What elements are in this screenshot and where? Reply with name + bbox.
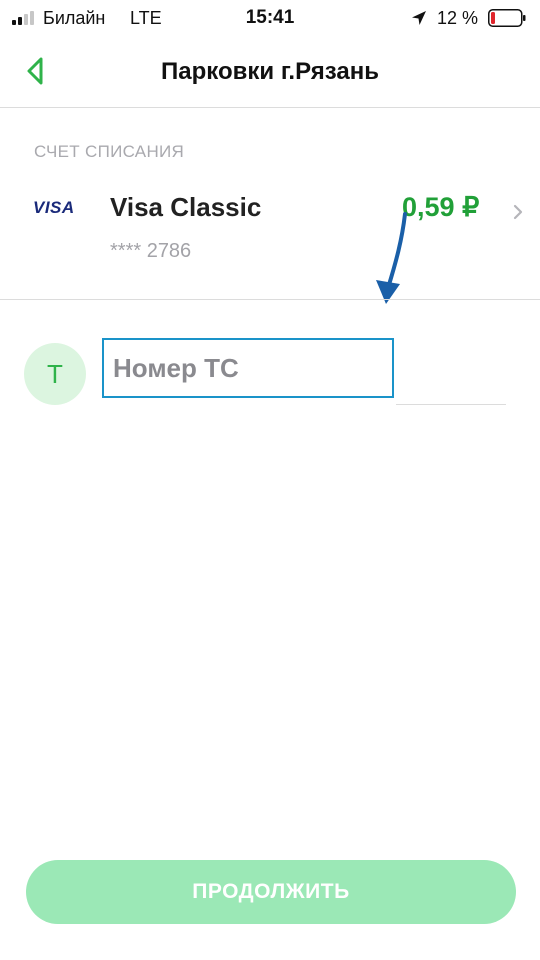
card-name: Visa Classic <box>110 192 262 222</box>
payment-card-row[interactable]: VISA Visa Classic **** 2786 0,59 ₽ <box>0 176 540 300</box>
input-underline <box>396 404 506 405</box>
continue-button[interactable]: ПРОДОЛЖИТЬ <box>26 860 516 924</box>
section-divider <box>0 299 540 300</box>
page-title: Парковки г.Рязань <box>161 58 379 85</box>
battery-icon <box>488 9 526 27</box>
plate-number-input[interactable] <box>102 338 394 398</box>
visa-logo: VISA <box>33 198 75 217</box>
card-number: **** 2786 <box>110 240 192 262</box>
section-label-account: СЧЕТ СПИСАНИЯ <box>34 142 185 161</box>
annotation-arrow-icon <box>362 212 418 306</box>
nav-bar: Парковки г.Рязань <box>0 36 540 108</box>
location-arrow-icon <box>412 11 426 25</box>
battery-percent: 12 % <box>437 8 479 28</box>
vehicle-avatar: Т <box>24 343 86 405</box>
chevron-right-icon <box>513 204 523 220</box>
status-bar: Билайн LTE 15:41 12 % <box>0 0 540 36</box>
screen: Билайн LTE 15:41 12 % Парковки г.Рязань … <box>0 0 540 960</box>
